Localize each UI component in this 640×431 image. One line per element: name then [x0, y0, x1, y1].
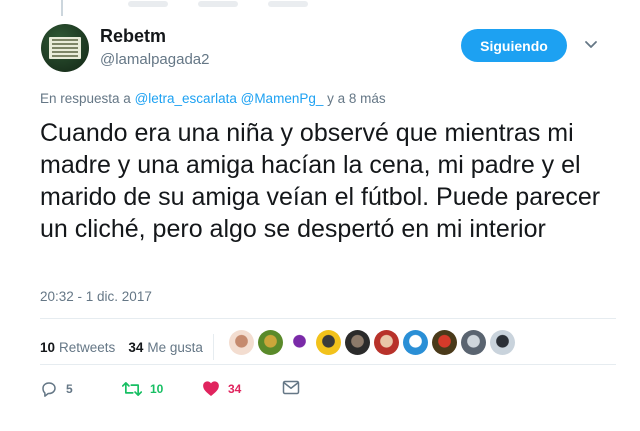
- avatar-purple-pattern-icon[interactable]: [287, 330, 312, 355]
- reply-button[interactable]: 5: [40, 380, 73, 398]
- reply-icon: [42, 382, 56, 397]
- retweets-stat[interactable]: 10 Retweets: [40, 340, 115, 355]
- direct-message-button[interactable]: [282, 380, 300, 395]
- author-handle[interactable]: @lamalpagada2: [100, 51, 209, 68]
- likes-count: 34: [128, 339, 144, 355]
- heart-icon: [203, 381, 219, 396]
- mention-link[interactable]: @letra_escarlata: [135, 91, 237, 106]
- avatar-cat-icon[interactable]: [490, 330, 515, 355]
- chevron-down-icon[interactable]: [584, 40, 598, 50]
- stats-separator: [212, 334, 214, 360]
- previous-tweet-actions-edge: [128, 0, 448, 7]
- following-button[interactable]: Siguiendo: [461, 29, 567, 62]
- like-button[interactable]: 34: [202, 380, 241, 397]
- tweet-timestamp[interactable]: 20:32 - 1 dic. 2017: [40, 289, 152, 304]
- retweets-count: 10: [40, 339, 56, 355]
- reply-context: En respuesta a @letra_escarlata @MamenPg…: [40, 91, 386, 106]
- avatar-yellow-cartoon-icon[interactable]: [316, 330, 341, 355]
- avatar-woman-icon[interactable]: [229, 330, 254, 355]
- avatar-dark-photo-icon[interactable]: [345, 330, 370, 355]
- avatar-gray-photo-icon[interactable]: [461, 330, 486, 355]
- likes-label: Me gusta: [147, 339, 203, 355]
- likers-avatars: [229, 330, 519, 355]
- like-count: 34: [228, 381, 242, 396]
- avatar-red-hair-icon[interactable]: [374, 330, 399, 355]
- engagement-stats: 10 Retweets 34 Me gusta: [40, 334, 226, 360]
- avatar-brown-red-icon[interactable]: [432, 330, 457, 355]
- reply-count: 5: [66, 382, 73, 396]
- reply-suffix[interactable]: y a 8 más: [327, 91, 386, 106]
- thread-line: [61, 0, 63, 16]
- reply-prefix: En respuesta a: [40, 91, 131, 106]
- author-avatar[interactable]: [41, 24, 89, 72]
- divider: [40, 364, 616, 365]
- tweet-text: Cuando era una niña y observé que mientr…: [40, 119, 601, 243]
- envelope-icon: [282, 380, 300, 395]
- avatar-apple-icon[interactable]: [258, 330, 283, 355]
- divider: [40, 318, 616, 319]
- avatar-sign-icon: [49, 37, 81, 59]
- likes-stat[interactable]: 34 Me gusta: [128, 340, 203, 355]
- retweet-button[interactable]: 10: [122, 380, 163, 398]
- avatar-blue-fish-icon[interactable]: [403, 330, 428, 355]
- mention-link[interactable]: @MamenPg_: [241, 91, 324, 106]
- retweet-icon: [122, 382, 142, 396]
- retweets-label: Retweets: [59, 339, 116, 355]
- retweet-count: 10: [150, 382, 164, 396]
- author-name[interactable]: Rebetm: [100, 26, 166, 47]
